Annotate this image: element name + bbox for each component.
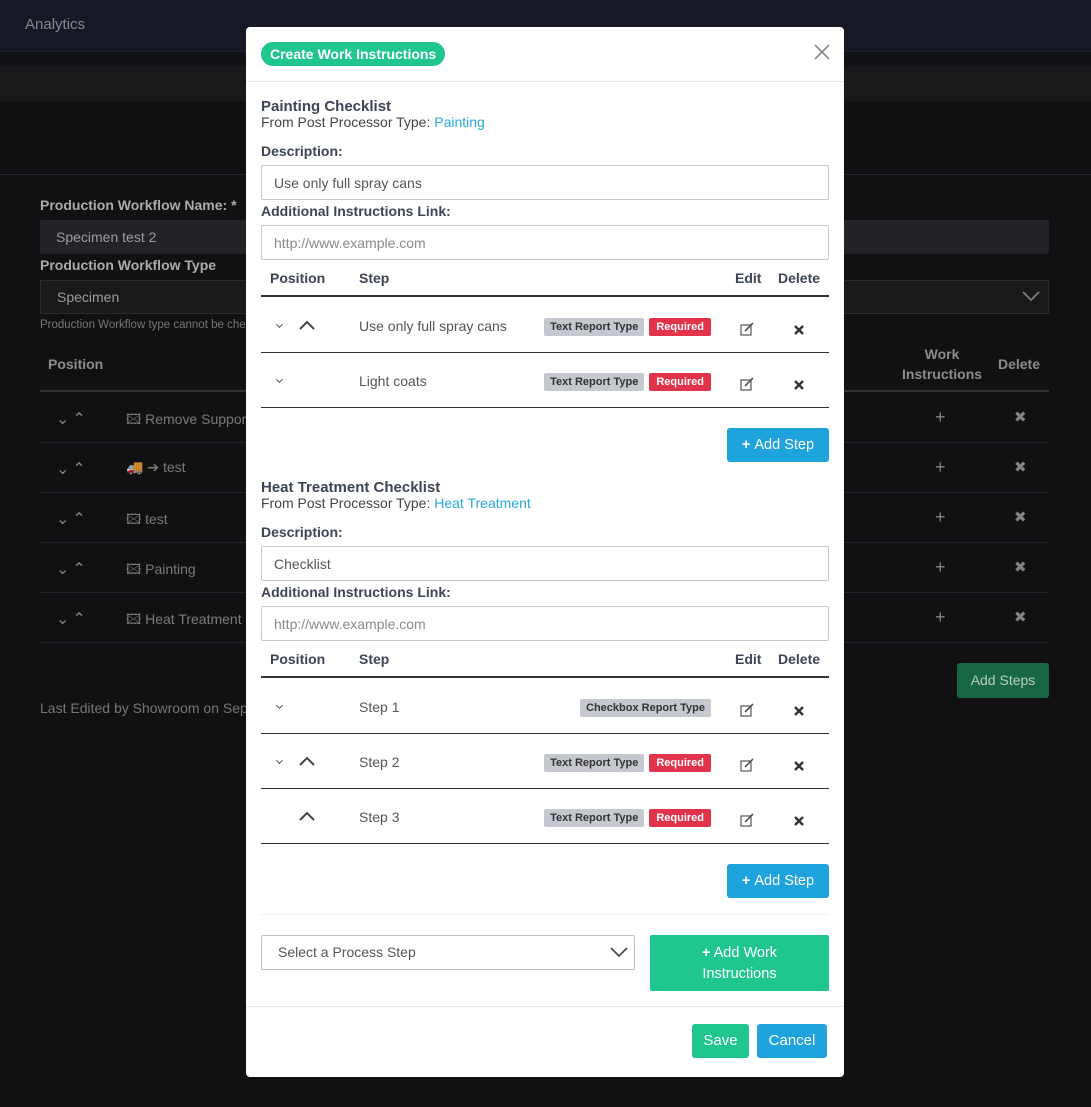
step-badges: Text Report Type Required xyxy=(544,809,711,827)
required-badge: Required xyxy=(649,373,711,391)
delete-icon[interactable] xyxy=(793,815,805,827)
modal-title: Create Work Instructions xyxy=(261,42,446,66)
edit-icon[interactable] xyxy=(740,758,754,772)
step-row: Use only full spray cans Text Report Typ… xyxy=(261,298,829,353)
chevron-down-icon xyxy=(610,947,628,958)
move-up-icon[interactable] xyxy=(297,807,317,827)
cancel-button[interactable]: Cancel xyxy=(757,1024,827,1058)
step-row: Step 3 Text Report Type Required xyxy=(261,789,829,844)
required-badge: Required xyxy=(649,754,711,772)
step-text: Light coats xyxy=(359,373,427,389)
description-input[interactable] xyxy=(261,546,829,581)
section-source: From Post Processor Type: Painting xyxy=(261,114,485,130)
move-down-icon[interactable] xyxy=(275,697,297,717)
process-step-placeholder: Select a Process Step xyxy=(278,944,416,960)
section-source-prefix: From Post Processor Type: xyxy=(261,495,435,511)
delete-icon[interactable] xyxy=(793,324,805,336)
step-row: Step 2 Text Report Type Required xyxy=(261,734,829,789)
move-up-icon[interactable] xyxy=(297,752,317,772)
required-badge: Required xyxy=(649,318,711,336)
section-divider xyxy=(261,914,829,915)
add-step-label: Add Step xyxy=(754,873,815,889)
th-delete: Delete xyxy=(778,651,821,667)
step-text: Step 1 xyxy=(359,699,400,715)
add-step-label: Add Step xyxy=(754,437,815,453)
step-text: Step 2 xyxy=(359,754,400,770)
step-text: Use only full spray cans xyxy=(359,318,507,334)
close-icon[interactable] xyxy=(812,42,832,62)
instructions-link-input[interactable] xyxy=(261,606,829,641)
required-badge: Required xyxy=(649,809,711,827)
process-step-select[interactable]: Select a Process Step xyxy=(261,935,635,970)
move-down-icon[interactable] xyxy=(275,752,297,772)
report-type-badge: Text Report Type xyxy=(544,318,645,336)
add-work-instructions-line1: Add Work xyxy=(713,945,778,961)
plus-icon: + xyxy=(741,873,751,889)
th-edit: Edit xyxy=(735,270,762,286)
step-badges: Text Report Type Required xyxy=(544,373,711,391)
description-label: Description: xyxy=(261,143,343,159)
th-position: Position xyxy=(270,651,326,667)
edit-icon[interactable] xyxy=(740,322,754,336)
step-row: Step 1 Checkbox Report Type xyxy=(261,679,829,734)
add-work-instructions-button[interactable]: + Add Work Instructions xyxy=(650,935,829,991)
work-instructions-modal: Create Work Instructions Painting Checkl… xyxy=(246,27,844,1077)
th-delete: Delete xyxy=(778,270,821,286)
delete-icon[interactable] xyxy=(793,705,805,717)
th-step: Step xyxy=(359,270,390,286)
add-work-instructions-line2: Instructions xyxy=(702,966,777,982)
section-title: Painting Checklist xyxy=(261,98,392,115)
step-text: Step 3 xyxy=(359,809,400,825)
instructions-link-label: Additional Instructions Link: xyxy=(261,584,451,600)
add-step-button[interactable]: + Add Step xyxy=(727,864,829,898)
section-source-prefix: From Post Processor Type: xyxy=(261,114,435,130)
th-position: Position xyxy=(270,270,326,286)
post-processor-type-link[interactable]: Painting xyxy=(434,114,485,130)
move-down-icon[interactable] xyxy=(275,371,297,391)
section-title: Heat Treatment Checklist xyxy=(261,479,441,496)
modal-header: Create Work Instructions xyxy=(246,27,844,82)
add-step-button[interactable]: + Add Step xyxy=(727,428,829,462)
plus-icon: + xyxy=(701,945,711,961)
th-step: Step xyxy=(359,651,390,667)
description-label: Description: xyxy=(261,524,343,540)
plus-icon: + xyxy=(741,437,751,453)
step-badges: Text Report Type Required xyxy=(544,754,711,772)
instructions-link-input[interactable] xyxy=(261,225,829,260)
step-badges: Text Report Type Required xyxy=(544,318,711,336)
report-type-badge: Text Report Type xyxy=(544,809,645,827)
edit-icon[interactable] xyxy=(740,813,754,827)
steps-table-header: Position Step Edit Delete xyxy=(261,262,829,297)
description-input[interactable] xyxy=(261,165,829,200)
move-down-icon[interactable] xyxy=(275,316,297,336)
delete-icon[interactable] xyxy=(793,760,805,772)
step-badges: Checkbox Report Type xyxy=(580,699,711,717)
save-button[interactable]: Save xyxy=(692,1024,749,1058)
report-type-badge: Text Report Type xyxy=(544,754,645,772)
move-up-icon[interactable] xyxy=(297,316,317,336)
edit-icon[interactable] xyxy=(740,377,754,391)
report-type-badge: Text Report Type xyxy=(544,373,645,391)
modal-footer-divider xyxy=(246,1006,844,1007)
step-row: Light coats Text Report Type Required xyxy=(261,353,829,408)
report-type-badge: Checkbox Report Type xyxy=(580,699,711,717)
instructions-link-label: Additional Instructions Link: xyxy=(261,203,451,219)
edit-icon[interactable] xyxy=(740,703,754,717)
post-processor-type-link[interactable]: Heat Treatment xyxy=(434,495,531,511)
steps-table-header: Position Step Edit Delete xyxy=(261,643,829,678)
delete-icon[interactable] xyxy=(793,379,805,391)
th-edit: Edit xyxy=(735,651,762,667)
section-source: From Post Processor Type: Heat Treatment xyxy=(261,495,531,511)
